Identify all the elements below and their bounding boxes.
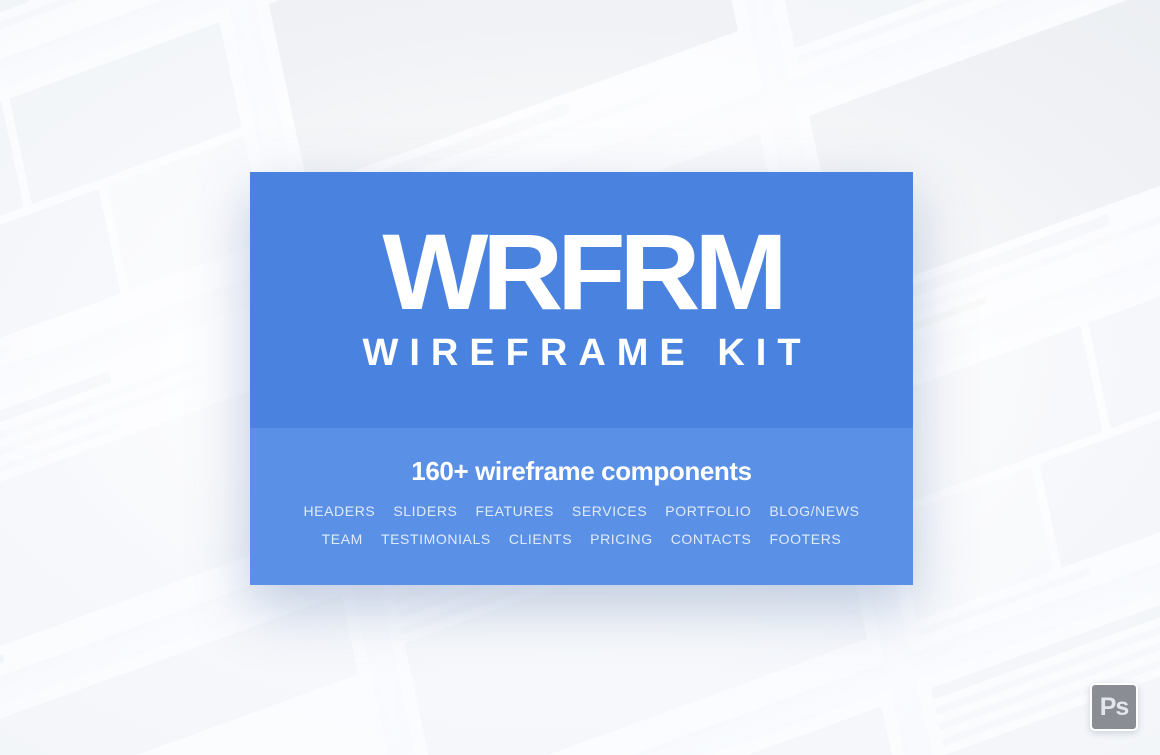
card-top-panel: WRFRM WIREFRAME KIT	[250, 172, 913, 428]
photoshop-badge-label: Ps	[1099, 692, 1130, 721]
photoshop-badge: Ps	[1090, 683, 1138, 731]
brand-subtitle: WIREFRAME KIT	[362, 332, 812, 375]
category-label-4: CONTACTS	[670, 531, 752, 547]
poster-canvas: WRFRMWRFRMWRFRMWRFRMWRFRMWRFRMWRFRMWRFRM…	[0, 0, 1160, 755]
category-label-2: FEATURES	[475, 503, 554, 519]
category-row-secondary: TEAM TESTIMONIALS CLIENTS PRICING CONTACTS FO…	[322, 531, 842, 547]
category-label-5: BLOG/NEWS	[769, 503, 860, 519]
category-label-5: FOOTERS	[769, 531, 842, 547]
brand-wordmark: WRFRM	[381, 210, 787, 332]
main-card: WRFRM WIREFRAME KIT 160+ wireframe compo…	[250, 172, 913, 585]
category-label-4: PORTFOLIO	[665, 503, 752, 519]
category-label-3: SERVICES	[571, 503, 648, 519]
tagline: 160+ wireframe components	[411, 456, 752, 486]
category-label-0: TEAM	[321, 531, 363, 547]
category-label-1: SLIDERS	[393, 503, 458, 519]
category-label-3: PRICING	[590, 531, 653, 547]
category-label-2: CLIENTS	[508, 531, 573, 547]
category-label-1: TESTIMONIALS	[380, 531, 491, 547]
card-bottom-panel: 160+ wireframe components HEADERS SLIDERS…	[250, 428, 913, 585]
category-label-0: HEADERS	[303, 503, 376, 519]
category-row-primary: HEADERS SLIDERS FEATURES SERVICES PORTFOLIO B…	[303, 503, 859, 519]
